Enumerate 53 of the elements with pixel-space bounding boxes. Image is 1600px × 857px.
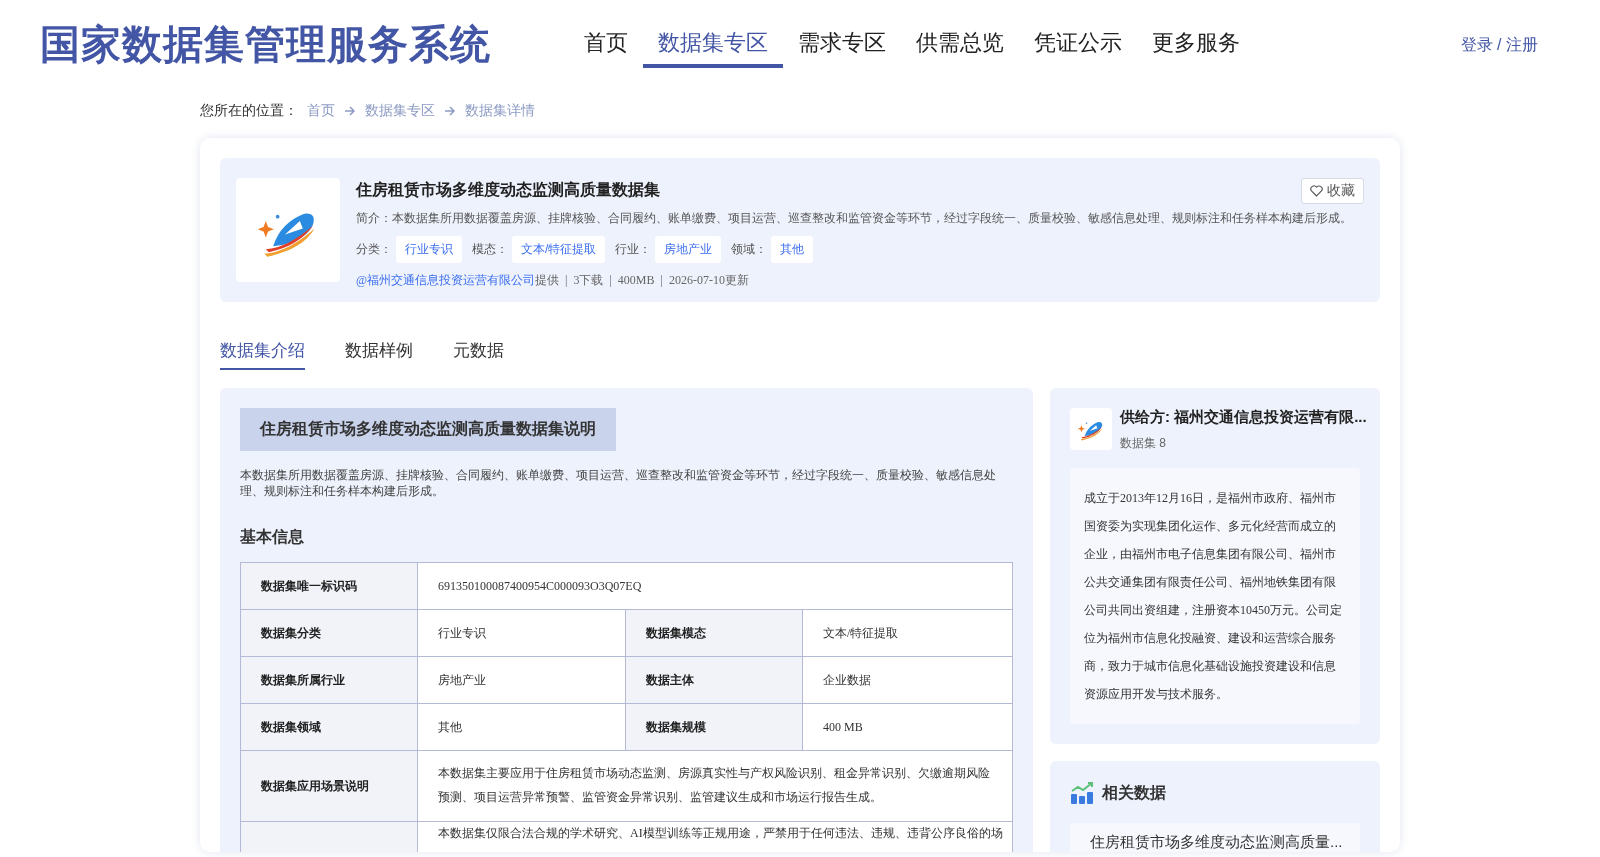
arrow-icon [444, 106, 456, 116]
table-header-cell: 数据集规模 [625, 703, 803, 751]
content-tab[interactable]: 元数据 [453, 338, 504, 370]
table-cell: 其他 [417, 703, 626, 751]
description-text: 本数据集所用数据覆盖房源、挂牌核验、合同履约、账单缴费、项目运营、巡查整改和监管资金等环节，经过字段统一、质量校验、敏感信息处理、规则标注和任务样本构建后形成。 [240, 467, 997, 499]
tag-chip: 文本/特征提取 [512, 236, 606, 263]
table-header-cell: 数据集领域 [240, 703, 418, 751]
tag-label: 模态： [472, 241, 508, 258]
dataset-summary: 简介：本数据集所用数据覆盖房源、挂牌核验、合同履约、账单缴费、项目运营、巡查整改和监管资金等环节，经过字段统一、质量校验、敏感信息处理、规则标注和任务样本构建后形成。 [356, 210, 1353, 227]
breadcrumb-label: 您所在的位置： [200, 102, 298, 120]
dataset-title: 住房租赁市场多维度动态监测高质量数据集 [356, 180, 660, 200]
section-heading: 住房租赁市场多维度动态监测高质量数据集说明 [240, 408, 616, 451]
supplier-description: 成立于2013年12月16日，是福州市政府、福州市国资委为实现集团化运作、多元化经营而成立的企业，由福州市电子信息集团有限公司、福州市公共交通集团有限责任公司、福州地铁集团有限公司共同出资组建，注册资本10450万元。公司定位为福州市信息化投融资、建设和运营综合服务商，致力于城市信息化基础设施投资建设和信息资源应用开发与技术服务。 [1070, 468, 1360, 724]
arrow-icon [344, 106, 356, 116]
nav-link[interactable]: 需求专区 [783, 22, 901, 68]
dataset-meta: 提供 | 3下载 | 400MB | 2026-07-10更新 [535, 273, 749, 287]
table-cell: 400 MB [802, 703, 1013, 751]
tag-chip: 房地产业 [655, 236, 722, 263]
tag-chip: 行业专识 [396, 236, 462, 263]
related-item[interactable]: 住房租赁市场多维度动态监测高质量... [1070, 823, 1360, 852]
table-cell: 文本/特征提取 [802, 609, 1013, 657]
nav-link[interactable]: 更多服务 [1137, 22, 1255, 68]
table-cell: 本数据集主要应用于住房租赁市场动态监测、房源真实性与产权风险识别、租金异常识别、欠缴逾期风险预测、项目运营异常预警、监管资金异常识别、监管建议生成和市场运行报告生成。 [417, 750, 1013, 822]
heart-icon [1310, 185, 1323, 197]
table-header-cell: 数据集应用场景说明 [240, 750, 418, 822]
tag-label: 领域： [731, 241, 768, 258]
bar-chart-icon [1070, 781, 1094, 805]
nav-link[interactable]: 供需总览 [901, 22, 1019, 68]
table-header-cell: 数据集所属行业 [240, 656, 418, 704]
table-cell: 行业专识 [417, 609, 626, 657]
table-cell: 房地产业 [417, 656, 626, 704]
nav-link[interactable]: 首页 [569, 22, 643, 68]
table-cell: 企业数据 [802, 656, 1013, 704]
table-cell: 691350100087400954C000093O3Q07EQ [417, 562, 1013, 610]
related-title: 相关数据 [1102, 782, 1166, 803]
dataset-count: 数据集 8 [1120, 435, 1167, 452]
login-link[interactable]: 登录 / 注册 [1460, 35, 1538, 56]
tag-label: 分类： [356, 241, 392, 258]
site-title: 国家数据集管理服务系统 [40, 20, 491, 68]
table-header-cell: 数据集分类 [240, 609, 418, 657]
provider-link[interactable]: @福州交通信息投资运营有限公司 [356, 273, 536, 287]
favorite-button[interactable]: 收藏 [1301, 178, 1364, 204]
content-tab[interactable]: 数据样例 [345, 338, 413, 370]
supplier-name[interactable]: 供给方: 福州交通信息投资运营有限... [1120, 408, 1367, 427]
nav-link[interactable]: 凭证公示 [1019, 22, 1137, 68]
nav-link[interactable]: 数据集专区 [643, 22, 783, 68]
table-header-cell: 数据主体 [625, 656, 803, 704]
content-tab[interactable]: 数据集介绍 [220, 338, 305, 370]
section-title: 基本信息 [240, 527, 305, 547]
table-header-cell: 数据集唯一标识码 [240, 562, 418, 610]
table-header-cell: 数据集模态 [625, 609, 803, 657]
tag-chip: 其他 [771, 236, 814, 263]
tag-label: 行业： [615, 241, 652, 258]
